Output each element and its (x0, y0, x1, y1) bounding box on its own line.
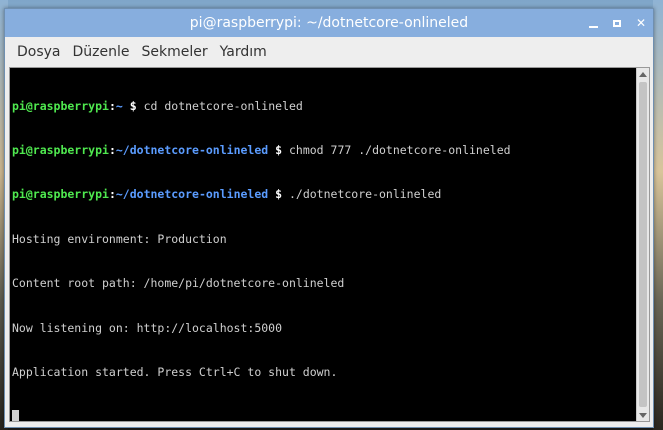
prompt-path: ~/dotnetcore-onlineled (115, 187, 269, 202)
terminal-line: pi@raspberrypi:~ $ cd dotnetcore-onlinel… (12, 99, 637, 114)
prompt-path: ~/dotnetcore-onlineled (115, 142, 269, 157)
menu-item-yardim[interactable]: Yardım (214, 42, 273, 62)
desktop-background-right (653, 0, 663, 430)
maximize-button[interactable] (611, 16, 623, 30)
prompt-command: cd dotnetcore-onlineled (143, 98, 303, 113)
minimize-icon (588, 25, 598, 28)
arrow-down-icon (639, 412, 647, 418)
title-bar[interactable]: pi@raspberrypi: ~/dotnetcore-onlineled ✕ (5, 9, 653, 37)
minimize-button[interactable] (587, 16, 599, 30)
menu-item-dosya[interactable]: Dosya (11, 42, 67, 62)
terminal-window: pi@raspberrypi: ~/dotnetcore-onlineled ✕… (4, 8, 654, 428)
prompt-symbol: $ (268, 142, 289, 157)
output-line: Application started. Press Ctrl+C to shu… (12, 364, 338, 379)
output-line: Hosting environment: Production (12, 231, 227, 246)
close-icon: ✕ (635, 16, 647, 30)
terminal-line: pi@raspberrypi:~/dotnetcore-onlineled $ … (12, 143, 637, 158)
prompt-separator: : (108, 98, 116, 113)
terminal-frame: pi@raspberrypi:~ $ cd dotnetcore-onlinel… (9, 67, 650, 422)
scroll-thumb[interactable] (639, 82, 647, 407)
window-title: pi@raspberrypi: ~/dotnetcore-onlineled (189, 15, 469, 31)
menu-item-duzenle[interactable]: Düzenle (67, 42, 136, 62)
prompt-user: pi@raspberrypi (12, 98, 109, 113)
menu-bar: Dosya Düzenle Sekmeler Yardım (5, 37, 653, 67)
prompt-user: pi@raspberrypi (12, 187, 109, 202)
terminal-line: pi@raspberrypi:~/dotnetcore-onlineled $ … (12, 187, 637, 202)
output-line: Now listening on: http://localhost:5000 (12, 320, 283, 335)
output-line: Content root path: /home/pi/dotnetcore-o… (12, 276, 345, 291)
prompt-separator: : (108, 187, 116, 202)
scroll-down-button[interactable] (637, 409, 649, 421)
close-button[interactable]: ✕ (635, 16, 647, 30)
prompt-symbol: $ (268, 187, 289, 202)
vertical-scrollbar[interactable] (636, 68, 649, 421)
scroll-up-button[interactable] (637, 68, 649, 80)
menu-item-sekmeler[interactable]: Sekmeler (136, 42, 214, 62)
prompt-path: ~ (115, 98, 123, 113)
arrow-up-icon (639, 71, 647, 77)
terminal-output[interactable]: pi@raspberrypi:~ $ cd dotnetcore-onlinel… (10, 68, 637, 421)
prompt-symbol: $ (122, 98, 144, 113)
prompt-separator: : (108, 142, 116, 157)
maximize-icon (613, 19, 621, 27)
cursor-line (12, 409, 637, 421)
prompt-command: ./dotnetcore-onlineled (288, 187, 442, 202)
window-controls: ✕ (587, 9, 647, 37)
text-cursor (12, 410, 19, 421)
prompt-command: chmod 777 ./dotnetcore-onlineled (288, 142, 511, 157)
prompt-user: pi@raspberrypi (12, 142, 109, 157)
